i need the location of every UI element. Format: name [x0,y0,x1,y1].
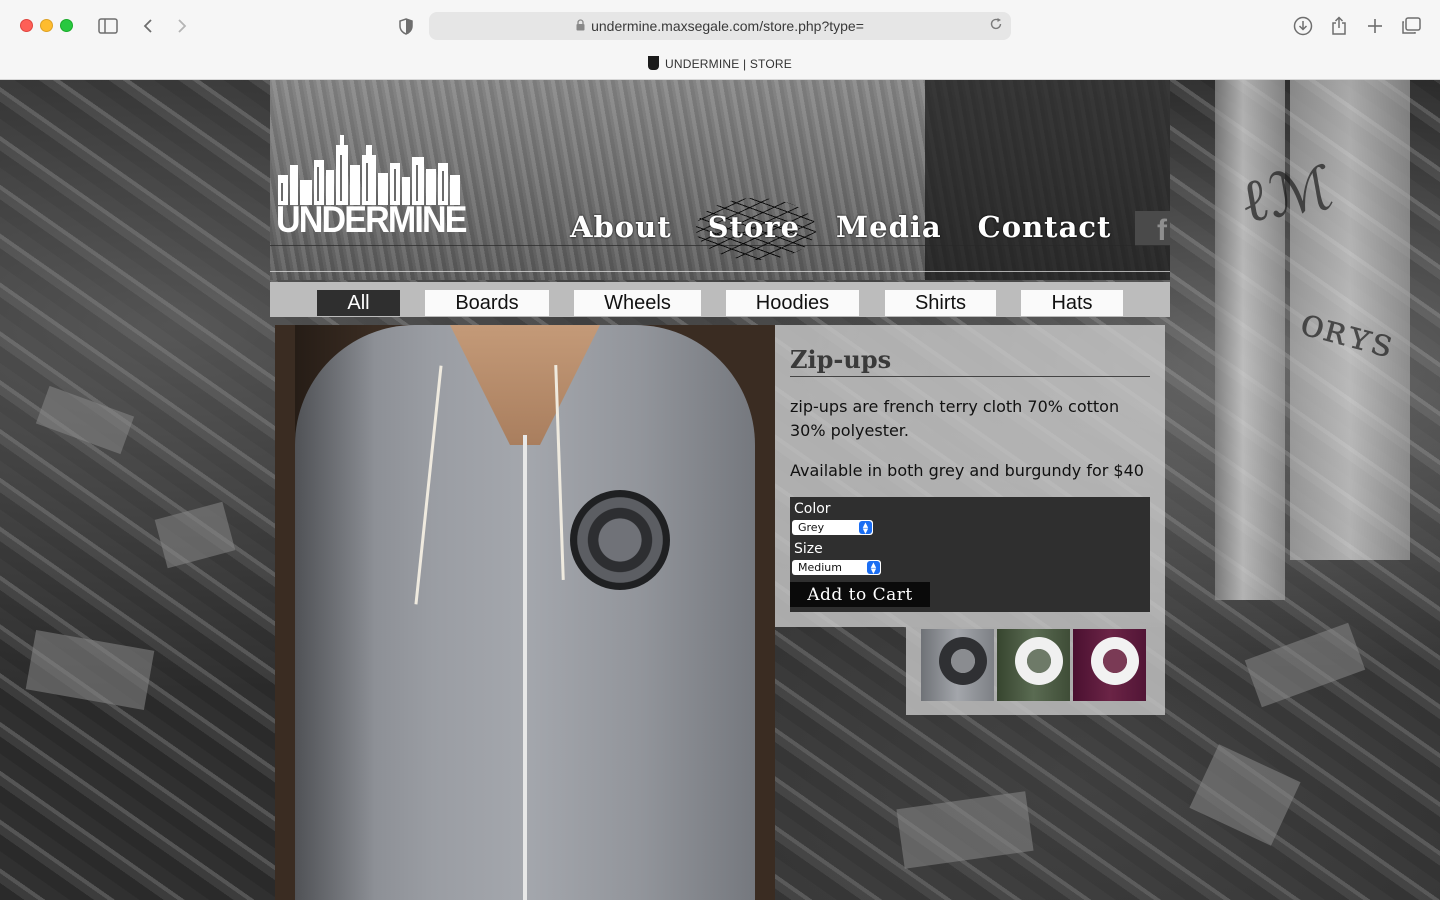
category-bar: All Boards Wheels Hoodies Shirts Hats [270,282,1170,317]
nav-contact[interactable]: Contact [978,210,1112,250]
product-description: zip-ups are french terry cloth 70% cotto… [790,397,1120,440]
product-availability: Available in both grey and burgundy for … [790,461,1144,480]
product-info-panel: Zip-ups zip-ups are french terry cloth 7… [775,325,1165,627]
category-shirts[interactable]: Shirts [885,290,996,316]
downloads-icon[interactable] [1291,14,1315,38]
url-text: undermine.maxsegale.com/store.php?type= [591,18,864,34]
tab-title[interactable]: UNDERMINE | STORE [0,56,1440,71]
add-to-cart-button[interactable]: Add to Cart [790,582,930,607]
share-icon[interactable] [1327,14,1351,38]
add-to-cart-form: Color Grey ▲ ▼ Size Medium ▲ ▼ Add to Cart [790,497,1150,612]
background-rock [154,501,236,569]
select-arrows-icon: ▲ ▼ [859,521,872,535]
header-wall-background [925,80,1170,280]
color-select[interactable]: Grey ▲ ▼ [792,520,873,535]
size-select[interactable]: Medium ▲ ▼ [792,560,881,575]
header-divider [270,271,1170,272]
undermine-emblem-icon [1015,637,1063,685]
product-main-image [275,325,775,900]
facebook-icon[interactable]: f [1135,211,1170,246]
undermine-emblem-icon [939,637,987,685]
select-arrows-icon: ▲ ▼ [867,561,880,575]
category-boards[interactable]: Boards [425,290,549,316]
category-wheels[interactable]: Wheels [574,290,701,316]
background-rock [1189,744,1301,846]
minimize-window-button[interactable] [40,19,53,32]
site-favicon [648,56,659,70]
address-bar[interactable]: undermine.maxsegale.com/store.php?type= [429,12,1011,40]
background-rock [1244,622,1366,708]
reload-icon[interactable] [987,17,1005,35]
nav-store[interactable]: Store [695,198,817,260]
browser-toolbar: undermine.maxsegale.com/store.php?type= … [0,0,1440,80]
logo-wordmark: UNDERMINE [276,199,467,240]
undermine-emblem-icon [1091,637,1139,685]
hoodie-shadow [295,325,375,900]
background-pillar [1215,80,1285,600]
color-label: Color [794,501,831,517]
page-background: ℓℳ ᴏʀʏs UNDERMINE About Store Media Cont… [0,80,1440,900]
nav-media[interactable]: Media [836,210,942,250]
undermine-emblem-icon [570,490,670,590]
lock-icon [576,18,585,34]
site-container: UNDERMINE About Store Media Contact f Al… [270,80,1170,900]
privacy-shield-icon[interactable] [394,14,418,38]
new-tab-icon[interactable] [1363,14,1387,38]
tab-overview-icon[interactable] [1399,14,1423,38]
forward-icon[interactable] [170,14,194,38]
thumbnail-burgundy[interactable] [1073,629,1146,701]
category-all[interactable]: All [317,290,400,316]
background-rock [35,385,135,455]
zoom-window-button[interactable] [60,19,73,32]
category-hoodies[interactable]: Hoodies [726,290,859,316]
main-nav: About Store Media Contact [570,198,1147,260]
size-label: Size [794,541,823,557]
hoodie-zipper [523,435,527,900]
category-hats[interactable]: Hats [1021,290,1123,316]
close-window-button[interactable] [20,19,33,32]
background-rock [25,630,155,710]
product-title: Zip-ups [790,345,1150,377]
thumbnail-green[interactable] [997,629,1070,701]
undermine-logo[interactable]: UNDERMINE [276,135,467,243]
sidebar-toggle-icon[interactable] [96,14,120,38]
back-icon[interactable] [136,14,160,38]
thumbnail-grey[interactable] [921,629,994,701]
product-thumbnails [906,627,1165,715]
site-header: UNDERMINE About Store Media Contact f [270,80,1170,280]
skyline-logo-icon [278,135,460,205]
nav-about[interactable]: About [570,210,672,250]
